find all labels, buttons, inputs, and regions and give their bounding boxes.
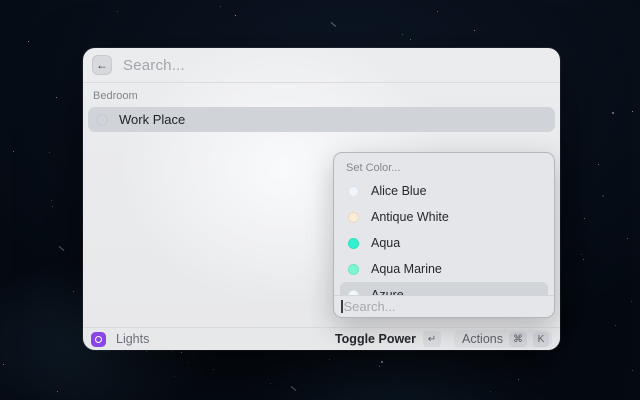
enter-key-badge: ↵ xyxy=(423,331,441,347)
star xyxy=(55,97,57,99)
star xyxy=(171,351,173,353)
color-swatch xyxy=(348,211,359,223)
star xyxy=(517,378,519,380)
star xyxy=(437,11,439,13)
star xyxy=(611,112,614,115)
popover-title: Set Color... xyxy=(346,162,401,174)
actions-button[interactable]: Actions ⌘ K xyxy=(454,330,552,348)
cmd-key-badge: ⌘ xyxy=(509,331,527,347)
color-option-label: Antique White xyxy=(371,210,449,224)
color-list: Alice Blue Antique White Aqua Aqua Marin… xyxy=(340,178,548,295)
star xyxy=(27,40,29,42)
color-option-antique-white[interactable]: Antique White xyxy=(340,204,548,230)
star xyxy=(51,200,53,202)
star xyxy=(12,151,14,153)
star xyxy=(614,324,616,326)
star xyxy=(181,352,183,354)
k-key-badge: K xyxy=(533,331,549,347)
lights-app-icon xyxy=(91,331,106,347)
star xyxy=(582,259,584,261)
back-arrow-icon: ← xyxy=(96,58,108,72)
star xyxy=(473,29,475,31)
footer: Lights Toggle Power ↵ Actions ⌘ K xyxy=(83,327,560,350)
toggle-power-label: Toggle Power xyxy=(334,332,416,346)
star xyxy=(49,151,50,153)
color-option-aqua[interactable]: Aqua xyxy=(340,230,548,256)
list-item-work-place[interactable]: Work Place xyxy=(88,107,555,132)
list-item-label: Work Place xyxy=(119,112,186,127)
star xyxy=(270,382,272,384)
star xyxy=(380,360,383,363)
star xyxy=(630,301,632,302)
star xyxy=(597,164,599,166)
star xyxy=(73,291,75,293)
set-color-popover: Set Color... Alice Blue Antique White Aq… xyxy=(333,152,555,318)
star xyxy=(583,218,585,219)
star xyxy=(601,194,604,197)
star xyxy=(188,361,189,363)
star xyxy=(146,351,147,353)
star xyxy=(174,376,176,378)
star xyxy=(631,370,633,372)
star xyxy=(220,5,221,7)
color-option-label: Aqua xyxy=(371,236,401,250)
star xyxy=(402,33,403,35)
star xyxy=(328,358,330,360)
light-bulb-icon xyxy=(96,113,108,126)
color-swatch xyxy=(348,237,359,249)
search-divider xyxy=(83,82,560,83)
star xyxy=(627,237,629,239)
app-chip: Lights xyxy=(91,331,150,347)
color-option-azure[interactable]: Azure xyxy=(340,282,548,295)
back-button[interactable]: ← xyxy=(92,55,112,75)
text-cursor xyxy=(341,300,343,313)
star xyxy=(56,390,58,392)
app-name: Lights xyxy=(116,332,150,346)
toggle-power-button[interactable]: Toggle Power ↵ xyxy=(335,331,441,347)
actions-label: Actions xyxy=(462,332,503,346)
star xyxy=(409,39,411,41)
star xyxy=(235,14,237,16)
search-bar: ← Search... xyxy=(83,48,560,82)
star xyxy=(52,205,54,207)
color-option-alice-blue[interactable]: Alice Blue xyxy=(340,178,548,204)
color-option-aqua-marine[interactable]: Aqua Marine xyxy=(340,256,548,282)
star xyxy=(631,110,633,112)
bulb-ring-icon xyxy=(95,335,102,343)
color-search-input[interactable]: Search... xyxy=(334,295,554,317)
color-option-label: Aqua Marine xyxy=(371,262,442,276)
star xyxy=(117,10,119,12)
search-input[interactable]: Search... xyxy=(123,57,185,74)
star xyxy=(580,254,582,256)
color-swatch xyxy=(348,185,359,197)
desktop-background: ← Search... Bedroom Work Place Lights To… xyxy=(0,0,640,400)
star xyxy=(3,364,4,365)
color-search-placeholder: Search... xyxy=(343,299,396,314)
section-header-bedroom: Bedroom xyxy=(93,90,138,102)
color-option-label: Azure xyxy=(371,288,404,295)
star xyxy=(379,366,381,368)
star xyxy=(489,391,491,393)
color-option-label: Alice Blue xyxy=(371,184,427,198)
star xyxy=(213,369,215,370)
color-swatch xyxy=(348,263,359,275)
